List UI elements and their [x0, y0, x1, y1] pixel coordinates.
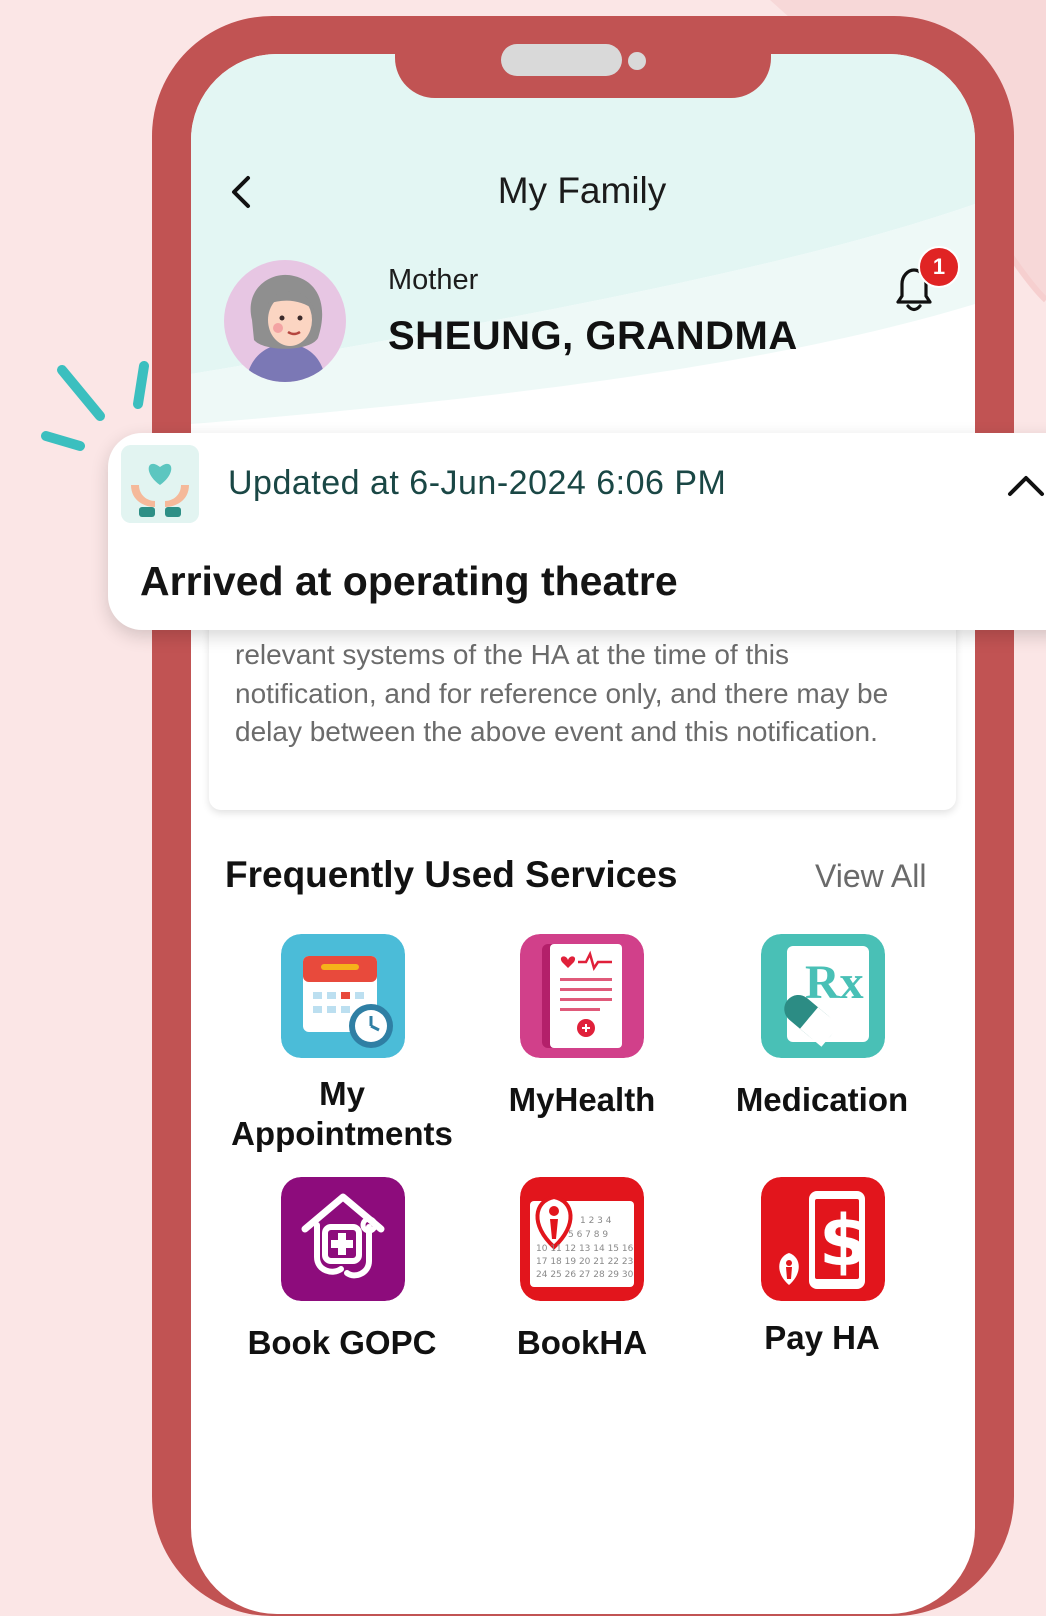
chevron-up-icon[interactable]: [1006, 470, 1046, 500]
svg-text:1 2 3 4: 1 2 3 4: [580, 1216, 612, 1226]
avatar[interactable]: [224, 260, 346, 382]
phone-speaker: [501, 44, 622, 76]
service-label-my-appointments[interactable]: My Appointments: [222, 1074, 462, 1154]
svg-text:5 6 7 8 9: 5 6 7 8 9: [568, 1230, 608, 1240]
svg-text:$: $: [819, 1200, 868, 1282]
update-timestamp: Updated at 6-Jun-2024 6:06 PM: [228, 464, 727, 502]
ha-calendar-icon[interactable]: 1 2 3 4 5 6 7 8 9 10 11 12 13 14 15 16 1…: [520, 1177, 644, 1301]
page-title: My Family: [497, 170, 667, 211]
services-section-title: Frequently Used Services: [225, 854, 678, 895]
service-label-myhealth[interactable]: MyHealth: [462, 1080, 702, 1120]
service-label-pay-ha[interactable]: Pay HA: [702, 1318, 942, 1358]
house-stethoscope-icon[interactable]: [281, 1177, 405, 1301]
status-message: Arrived at operating theatre: [140, 558, 678, 604]
notification-badge: 1: [918, 246, 960, 288]
calendar-clock-icon[interactable]: [281, 934, 405, 1058]
svg-text:Rx: Rx: [805, 956, 864, 1009]
back-chevron-icon[interactable]: [222, 170, 262, 214]
notice-disclaimer-text: relevant systems of the HA at the time o…: [235, 639, 889, 747]
svg-text:10 11 12 13 14 15 16: 10 11 12 13 14 15 16: [536, 1244, 634, 1254]
health-record-icon[interactable]: [520, 934, 644, 1058]
prescription-icon[interactable]: Rx: [761, 934, 885, 1058]
caring-heart-icon: [121, 445, 199, 523]
ha-payment-icon[interactable]: $: [761, 1177, 885, 1301]
svg-text:17 18 19 20 21 22 23: 17 18 19 20 21 22 23: [536, 1257, 633, 1267]
member-relation: Mother: [388, 264, 479, 296]
svg-text:24 25 26 27 28 29 30: 24 25 26 27 28 29 30: [536, 1270, 634, 1280]
view-all-link[interactable]: View All: [815, 858, 926, 895]
service-label-medication[interactable]: Medication: [702, 1080, 942, 1120]
phone-camera: [628, 52, 646, 70]
member-name: SHEUNG, GRANDMA: [388, 314, 798, 358]
service-label-book-gopc[interactable]: Book GOPC: [222, 1323, 462, 1363]
service-label-bookha[interactable]: BookHA: [462, 1323, 702, 1363]
